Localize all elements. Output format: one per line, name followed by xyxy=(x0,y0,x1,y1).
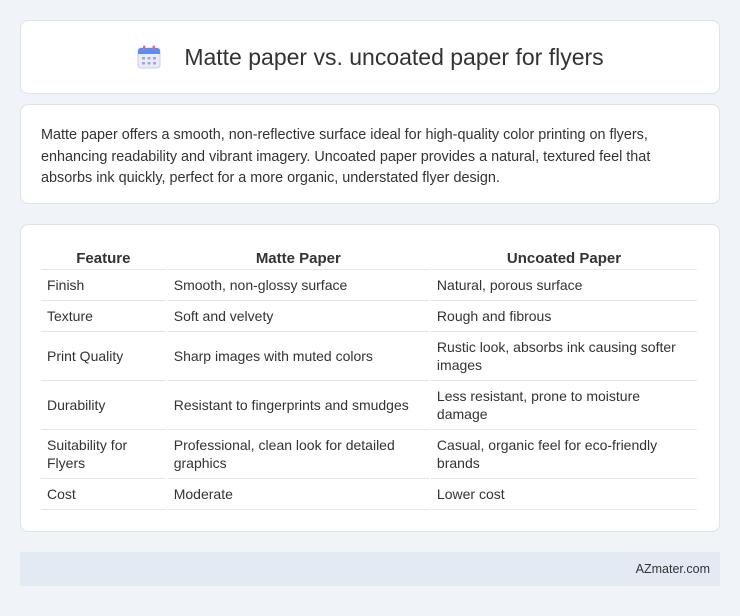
table-row: Cost Moderate Lower cost xyxy=(41,479,697,510)
header-matte-paper: Matte Paper xyxy=(167,245,429,270)
table-row: Durability Resistant to fingerprints and… xyxy=(41,381,697,430)
title-wrap: Matte paper vs. uncoated paper for flyer… xyxy=(136,43,604,71)
cell-uncoated: Casual, organic feel for eco-friendly br… xyxy=(430,430,697,479)
footer-bar: AZmater.com xyxy=(20,552,720,586)
page-title: Matte paper vs. uncoated paper for flyer… xyxy=(184,43,604,70)
cell-uncoated: Rustic look, absorbs ink causing softer … xyxy=(430,332,697,381)
description-card: Matte paper offers a smooth, non-reflect… xyxy=(20,104,720,204)
title-card: Matte paper vs. uncoated paper for flyer… xyxy=(20,20,720,94)
cell-uncoated: Rough and fibrous xyxy=(430,301,697,332)
cell-matte: Smooth, non-glossy surface xyxy=(167,270,429,301)
comparison-table-card: Feature Matte Paper Uncoated Paper Finis… xyxy=(20,224,720,532)
cell-uncoated: Less resistant, prone to moisture damage xyxy=(430,381,697,430)
cell-feature: Cost xyxy=(41,479,166,510)
cell-feature: Durability xyxy=(41,381,166,430)
table-row: Suitability for Flyers Professional, cle… xyxy=(41,430,697,479)
cell-uncoated: Lower cost xyxy=(430,479,697,510)
table-header-row: Feature Matte Paper Uncoated Paper xyxy=(41,245,697,270)
header-uncoated-paper: Uncoated Paper xyxy=(430,245,697,270)
table-row: Print Quality Sharp images with muted co… xyxy=(41,332,697,381)
table-row: Finish Smooth, non-glossy surface Natura… xyxy=(41,270,697,301)
cell-feature: Texture xyxy=(41,301,166,332)
cell-matte: Sharp images with muted colors xyxy=(167,332,429,381)
description-text: Matte paper offers a smooth, non-reflect… xyxy=(41,127,651,186)
cell-matte: Soft and velvety xyxy=(167,301,429,332)
cell-matte: Professional, clean look for detailed gr… xyxy=(167,430,429,479)
comparison-table: Feature Matte Paper Uncoated Paper Finis… xyxy=(39,245,699,510)
cell-feature: Finish xyxy=(41,270,166,301)
cell-feature: Print Quality xyxy=(41,332,166,381)
cell-matte: Moderate xyxy=(167,479,429,510)
cell-uncoated: Natural, porous surface xyxy=(430,270,697,301)
calendar-icon xyxy=(136,44,162,70)
cell-feature: Suitability for Flyers xyxy=(41,430,166,479)
header-feature: Feature xyxy=(41,245,166,270)
cell-matte: Resistant to fingerprints and smudges xyxy=(167,381,429,430)
table-row: Texture Soft and velvety Rough and fibro… xyxy=(41,301,697,332)
footer-site-link[interactable]: AZmater.com xyxy=(636,562,710,576)
